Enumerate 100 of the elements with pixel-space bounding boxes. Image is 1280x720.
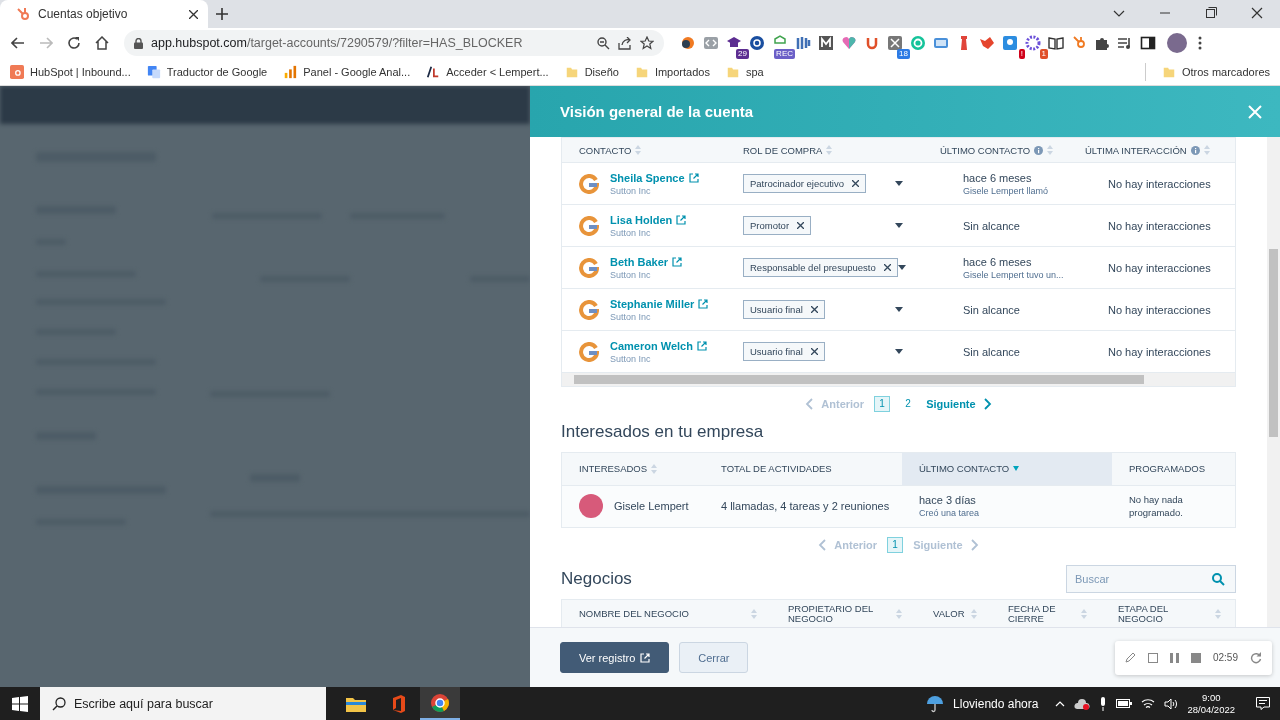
next-page-button[interactable]: Siguiente — [926, 397, 992, 410]
umbrella-icon[interactable] — [926, 694, 945, 713]
search-field[interactable]: Buscar — [1066, 565, 1236, 594]
remove-tag-icon[interactable] — [852, 180, 859, 187]
star-icon[interactable] — [640, 36, 654, 50]
column-header[interactable]: ÚLTIMO CONTACTO — [919, 463, 1010, 475]
remove-tag-icon[interactable] — [883, 264, 891, 271]
wifi-icon[interactable] — [1141, 697, 1156, 710]
last-contact-text: hace 6 meses — [963, 171, 1033, 184]
note-icon[interactable] — [1147, 652, 1158, 663]
profile-avatar[interactable] — [1167, 33, 1187, 53]
close-button[interactable]: Cerrar — [679, 642, 749, 673]
page-number-button[interactable]: 1 — [874, 395, 891, 412]
extension-badge: 1 — [1039, 49, 1048, 59]
dropdown-caret-icon[interactable] — [895, 223, 903, 228]
column-header[interactable]: VALOR — [933, 608, 965, 619]
pause-icon[interactable] — [1169, 652, 1179, 663]
page-number-button[interactable]: 2 — [900, 395, 917, 412]
chevron-up-icon[interactable] — [1055, 700, 1066, 707]
extension-badge: ! — [1018, 49, 1025, 59]
dropdown-caret-icon[interactable] — [895, 349, 903, 354]
office-icon[interactable] — [390, 694, 406, 713]
last-contact-detail: Gisele Lempert llamó — [963, 185, 1050, 196]
bookmark-link[interactable]: Traductor de Google — [166, 65, 268, 78]
extension-icon[interactable] — [1094, 35, 1110, 51]
address-bar[interactable]: app.hubspot.com/target-accounts/7290579/?filter=HAS_BLOCKER — [124, 30, 664, 56]
taskbar-search-field[interactable]: Escribe aquí para buscar — [40, 687, 326, 720]
column-header[interactable]: INTERESADOS — [579, 463, 648, 475]
speaker-icon[interactable] — [1164, 697, 1179, 710]
column-header[interactable]: CONTACTO — [579, 144, 632, 156]
extension-icon[interactable] — [1140, 35, 1156, 51]
company-name: Sutton Inc — [610, 353, 652, 364]
column-header[interactable]: ROL DE COMPRA — [743, 144, 823, 156]
horizontal-scrollbar[interactable] — [562, 372, 1235, 386]
reload-icon[interactable] — [67, 36, 81, 50]
clock[interactable]: 9:00 28/04/2022 — [1187, 691, 1235, 716]
cloud-icon[interactable] — [1074, 697, 1091, 710]
bookmark-link[interactable]: Acceder < Lempert... — [446, 65, 549, 78]
remove-tag-icon[interactable] — [810, 306, 818, 313]
view-record-button[interactable]: Ver registro — [560, 642, 670, 673]
external-link-icon[interactable] — [688, 172, 699, 183]
column-header[interactable]: PROGRAMADOS — [1129, 463, 1205, 475]
last-contact-text: Sin alcance — [963, 219, 1021, 232]
column-header[interactable]: ETAPA DEL NEGOCIO — [1118, 603, 1211, 624]
remove-tag-icon[interactable] — [797, 222, 805, 229]
browser-tab[interactable]: Cuentas objetivo — [0, 0, 208, 28]
bookmark-link[interactable]: spa — [745, 65, 764, 78]
chrome-icon[interactable] — [431, 693, 449, 712]
dropdown-caret-icon[interactable] — [897, 265, 906, 270]
contact-name-link[interactable]: Stephanie Miller — [610, 297, 709, 310]
bookmark-link[interactable]: Importados — [654, 65, 710, 78]
column-header[interactable]: PROPIETARIO DEL NEGOCIO — [788, 603, 892, 624]
search-icon[interactable] — [1212, 573, 1225, 587]
windows-start-icon[interactable] — [12, 695, 28, 712]
extension-icon[interactable] — [749, 35, 765, 51]
dropdown-caret-icon[interactable] — [895, 307, 903, 312]
restart-icon[interactable] — [1250, 651, 1262, 664]
contact-name-link[interactable]: Beth Baker — [610, 255, 683, 268]
bookmark-folder[interactable]: Otros marcadores — [1181, 65, 1270, 78]
stop-icon[interactable] — [1190, 652, 1201, 663]
last-contact-text: Sin alcance — [963, 303, 1021, 316]
close-tab-icon[interactable] — [189, 9, 198, 19]
buying-role-tag: Usuario final — [743, 300, 825, 319]
column-header[interactable]: ÚLTIMA INTERACCIÓN — [1085, 144, 1187, 156]
contact-name-link[interactable]: Cameron Welch — [610, 339, 707, 352]
column-header[interactable]: ÚLTIMO CONTACTO — [940, 144, 1031, 156]
column-header[interactable]: NOMBRE DEL NEGOCIO — [579, 608, 689, 619]
last-interaction-text: No hay interacciones — [1107, 261, 1212, 274]
user-avatar — [579, 494, 603, 519]
battery-icon[interactable] — [1116, 699, 1133, 708]
contact-name-link[interactable]: Lisa Holden — [610, 213, 687, 226]
zoom-out-icon[interactable] — [597, 36, 610, 50]
extension-icon[interactable] — [1117, 35, 1133, 51]
weather-text[interactable]: Lloviendo ahora — [953, 696, 1039, 711]
external-link-icon[interactable] — [696, 340, 707, 351]
bookmark-link[interactable]: Panel - Google Anal... — [303, 65, 411, 78]
external-link-icon[interactable] — [698, 298, 709, 309]
microphone-icon[interactable] — [1099, 696, 1108, 711]
dropdown-caret-icon[interactable] — [895, 181, 903, 186]
notifications-icon[interactable] — [1256, 697, 1270, 710]
home-icon[interactable] — [95, 36, 109, 50]
extension-icon[interactable] — [818, 35, 834, 51]
vertical-scrollbar[interactable] — [1267, 137, 1280, 627]
extension-icon[interactable] — [1048, 35, 1064, 51]
bookmark-link[interactable]: Diseño — [584, 65, 619, 78]
column-header[interactable]: FECHA DE CIERRE — [1008, 603, 1077, 624]
external-link-icon[interactable] — [676, 214, 687, 225]
share-icon[interactable] — [618, 36, 632, 50]
contact-name-link[interactable]: Sheila Spence — [610, 171, 699, 184]
page-number-button[interactable]: 1 — [887, 536, 904, 553]
extension-icon[interactable] — [680, 35, 696, 51]
back-arrow-icon[interactable] — [11, 36, 25, 50]
external-link-icon[interactable] — [672, 256, 683, 267]
remove-tag-icon[interactable] — [810, 348, 818, 355]
new-tab-icon[interactable] — [216, 8, 228, 20]
folder-icon[interactable] — [346, 695, 366, 712]
column-header[interactable]: TOTAL DE ACTIVIDADES — [721, 463, 832, 475]
bookmark-link[interactable]: HubSpot | Inbound... — [30, 65, 131, 78]
company-name: Sutton Inc — [610, 227, 652, 238]
pen-icon[interactable] — [1124, 652, 1136, 663]
